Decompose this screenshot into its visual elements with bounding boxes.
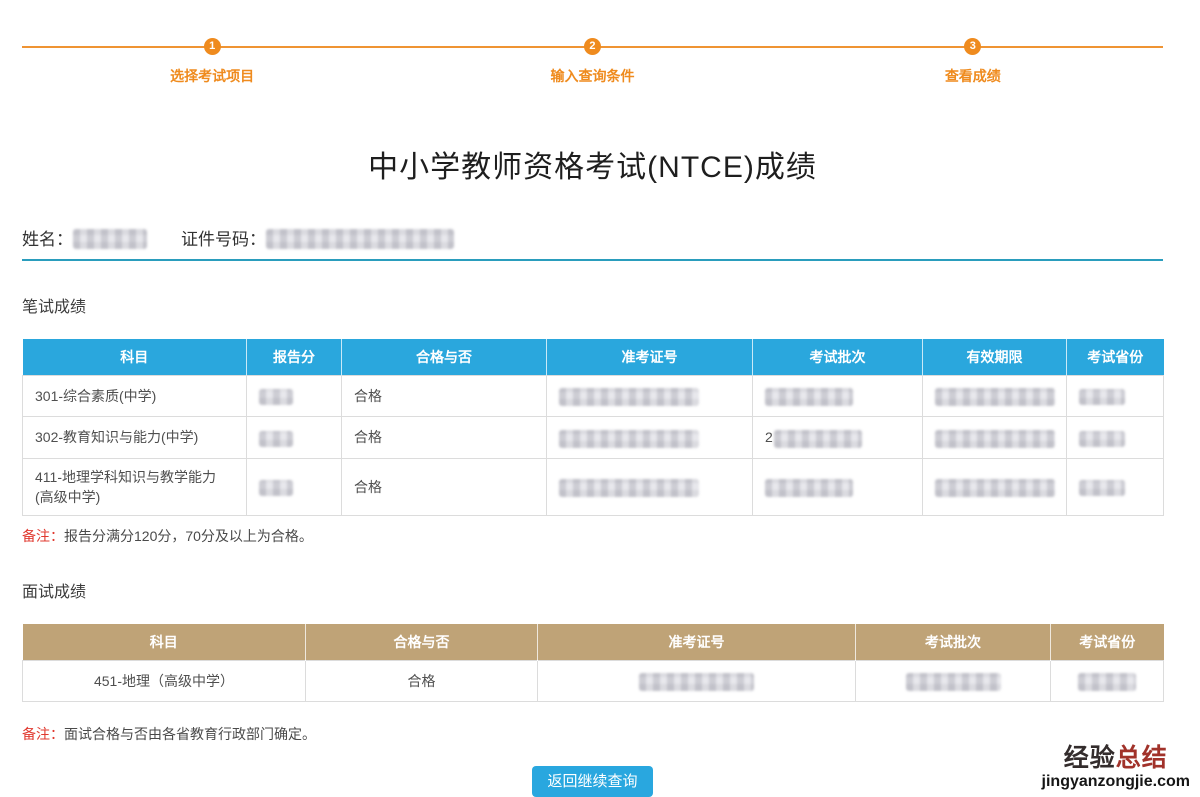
subject-cell: 451-地理（高级中学）	[23, 660, 306, 701]
score-cell	[247, 376, 342, 417]
watermark-domain: jingyanzongjie.com	[1042, 773, 1190, 791]
step-2-label: 输入查询条件	[550, 66, 634, 86]
footer-actions: 返回继续查询	[22, 766, 1163, 797]
watermark-title-black: 经验	[1064, 744, 1116, 772]
col-header-admission-no: 准考证号	[538, 624, 856, 661]
stepper-steps: 1 选择考试项目 2 输入查询条件 3 查看成绩	[22, 38, 1163, 86]
written-header-row: 科目 报告分 合格与否 准考证号 考试批次 有效期限 考试省份	[23, 339, 1164, 376]
step-view-score: 3 查看成绩	[783, 38, 1163, 86]
name-value-redacted	[73, 229, 147, 249]
subject-cell: 411-地理学科知识与教学能力(高级中学)	[23, 458, 247, 515]
written-note-text: 报告分满分120分，70分及以上为合格。	[64, 528, 313, 544]
province-cell	[1067, 417, 1164, 458]
return-continue-query-button[interactable]: 返回继续查询	[532, 766, 652, 797]
written-section-label: 笔试成绩	[22, 293, 1163, 317]
score-cell	[247, 417, 342, 458]
province-cell	[1067, 376, 1164, 417]
pass-cell: 合格	[342, 417, 547, 458]
written-table-row: 302-教育知识与能力(中学) 合格 2	[23, 417, 1164, 458]
col-header-province: 考试省份	[1051, 624, 1164, 661]
step-1-label: 选择考试项目	[170, 66, 254, 86]
score-redacted	[259, 431, 293, 447]
pass-cell: 合格	[306, 660, 538, 701]
exam-batch-cell: 2	[753, 417, 923, 458]
score-cell	[247, 458, 342, 515]
province-cell	[1051, 660, 1164, 701]
interview-note: 备注：面试合格与否由各省教育行政部门确定。	[22, 724, 1163, 744]
col-header-validity: 有效期限	[923, 339, 1067, 376]
col-header-exam-batch: 考试批次	[753, 339, 923, 376]
step-2-circle: 2	[584, 38, 601, 55]
col-header-score: 报告分	[247, 339, 342, 376]
validity-cell	[923, 417, 1067, 458]
pass-cell: 合格	[342, 458, 547, 515]
validity-cell	[923, 376, 1067, 417]
interview-table-row: 451-地理（高级中学） 合格	[23, 660, 1164, 701]
exam-batch-redacted	[774, 430, 862, 448]
col-header-admission-no: 准考证号	[547, 339, 753, 376]
exam-batch-cell	[856, 660, 1051, 701]
identity-underline	[22, 259, 1163, 261]
id-number-value-redacted	[266, 229, 454, 249]
watermark-title-red: 总结	[1116, 744, 1168, 772]
interview-section-label: 面试成绩	[22, 578, 1163, 602]
admission-no-redacted	[559, 479, 699, 497]
score-result-page: 1 选择考试项目 2 输入查询条件 3 查看成绩 中小学教师资格考试(NTCE)…	[22, 38, 1163, 797]
interview-header-row: 科目 合格与否 准考证号 考试批次 考试省份	[23, 624, 1164, 661]
exam-batch-redacted	[906, 673, 1001, 691]
step-1-circle: 1	[204, 38, 221, 55]
exam-batch-redacted	[765, 479, 853, 497]
written-note: 备注：报告分满分120分，70分及以上为合格。	[22, 526, 1163, 546]
written-table-row: 301-综合素质(中学) 合格	[23, 376, 1164, 417]
step-enter-query: 2 输入查询条件	[402, 38, 782, 86]
exam-batch-redacted	[765, 388, 853, 406]
admission-no-redacted	[559, 388, 699, 406]
col-header-subject: 科目	[23, 339, 247, 376]
score-redacted	[259, 480, 293, 496]
progress-stepper: 1 选择考试项目 2 输入查询条件 3 查看成绩	[22, 38, 1163, 86]
admission-no-cell	[547, 376, 753, 417]
admission-no-cell	[547, 458, 753, 515]
page-title: 中小学教师资格考试(NTCE)成绩	[22, 150, 1163, 186]
col-header-pass: 合格与否	[342, 339, 547, 376]
id-number-label: 证件号码：	[181, 230, 266, 249]
exam-batch-cell	[753, 458, 923, 515]
interview-note-label: 备注：	[22, 726, 64, 742]
admission-no-redacted	[559, 430, 699, 448]
validity-redacted	[935, 388, 1055, 406]
subject-cell: 302-教育知识与能力(中学)	[23, 417, 247, 458]
admission-no-redacted	[639, 673, 754, 691]
col-header-pass: 合格与否	[306, 624, 538, 661]
exam-batch-cell	[753, 376, 923, 417]
province-redacted	[1079, 431, 1125, 447]
province-redacted	[1079, 480, 1125, 496]
pass-cell: 合格	[342, 376, 547, 417]
col-header-province: 考试省份	[1067, 339, 1164, 376]
written-table-row: 411-地理学科知识与教学能力(高级中学) 合格	[23, 458, 1164, 515]
written-scores-table: 科目 报告分 合格与否 准考证号 考试批次 有效期限 考试省份 301-综合素质…	[22, 339, 1164, 516]
col-header-exam-batch: 考试批次	[856, 624, 1051, 661]
col-header-subject: 科目	[23, 624, 306, 661]
identity-row: 姓名： 证件号码：	[22, 228, 1163, 252]
validity-redacted	[935, 430, 1055, 448]
interview-scores-table: 科目 合格与否 准考证号 考试批次 考试省份 451-地理（高级中学） 合格	[22, 624, 1164, 702]
validity-cell	[923, 458, 1067, 515]
province-redacted	[1079, 389, 1125, 405]
site-watermark: 经验总结 jingyanzongjie.com	[1042, 745, 1190, 791]
interview-note-text: 面试合格与否由各省教育行政部门确定。	[64, 726, 316, 742]
step-3-circle: 3	[964, 38, 981, 55]
validity-redacted	[935, 479, 1055, 497]
name-label: 姓名：	[22, 230, 73, 249]
exam-batch-visible-digit: 2	[765, 429, 773, 445]
province-redacted	[1078, 673, 1136, 691]
subject-cell: 301-综合素质(中学)	[23, 376, 247, 417]
score-redacted	[259, 389, 293, 405]
step-3-label: 查看成绩	[945, 66, 1001, 86]
province-cell	[1067, 458, 1164, 515]
admission-no-cell	[547, 417, 753, 458]
admission-no-cell	[538, 660, 856, 701]
written-note-label: 备注：	[22, 528, 64, 544]
step-select-exam: 1 选择考试项目	[22, 38, 402, 86]
